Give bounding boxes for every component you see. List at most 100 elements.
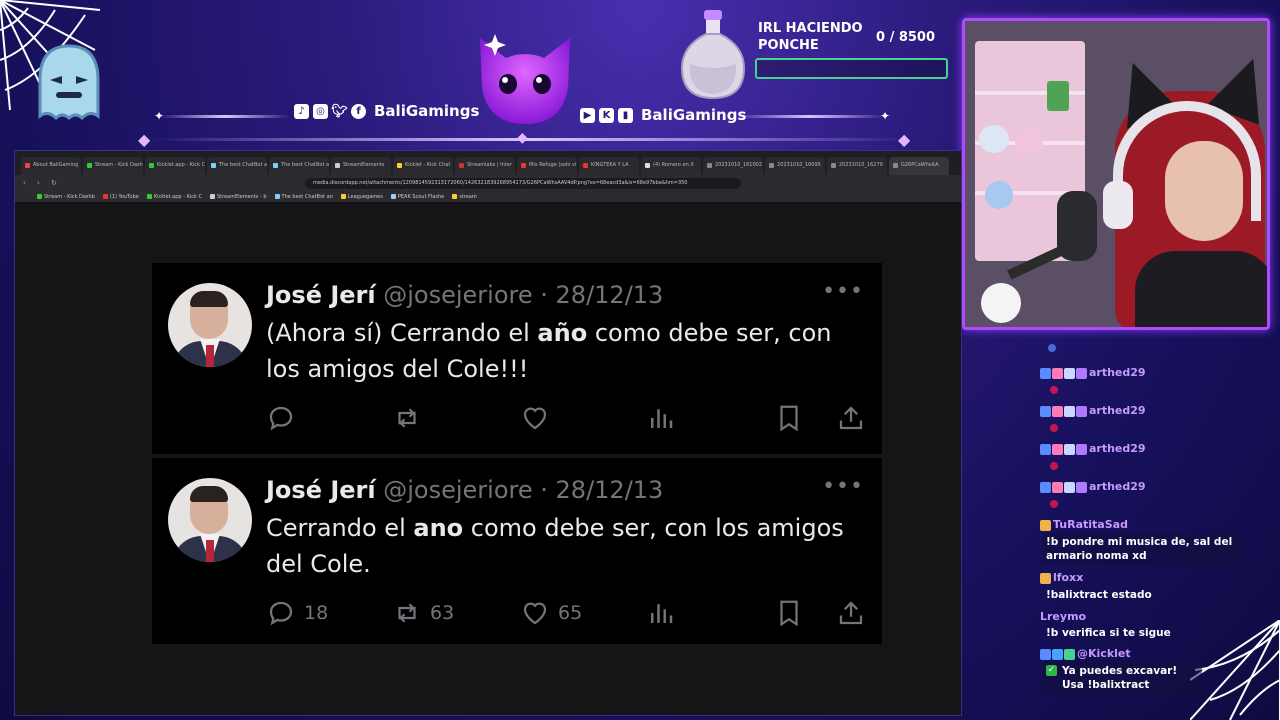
like-button[interactable] [520, 403, 558, 433]
retweet-count: 63 [430, 602, 455, 624]
bookmark-button[interactable] [774, 403, 804, 433]
chat-message: @Kicklet [1040, 647, 1131, 660]
chat-text: !b pondre mi musica de, sal del armario … [1046, 536, 1233, 562]
heart-icon [523, 602, 547, 625]
header-divider-line [150, 138, 910, 141]
browser-tab[interactable]: KINGTEKA Y LA [579, 157, 639, 175]
avatar[interactable] [168, 478, 252, 562]
browser-tab[interactable]: Kicklet.app - Kick C [145, 157, 205, 175]
chat-username[interactable]: arthed29 [1089, 442, 1146, 455]
sparkle-icon: ◆ [138, 130, 151, 149]
header-divider-line [735, 115, 885, 118]
tweet-actions: 18 63 65 [266, 598, 866, 628]
bookmark-item[interactable]: The best ChatBot an [275, 194, 333, 200]
twitch-icon[interactable]: ▮ [618, 107, 633, 123]
youtube-icon[interactable]: ▶ [580, 107, 595, 123]
bookmark-item[interactable]: PEAK Scout Flashe [391, 194, 444, 200]
share-icon [839, 601, 863, 625]
bookmark-item[interactable]: (1) YouTube [103, 194, 139, 200]
browser-tab[interactable]: (4) Romero en X [641, 157, 701, 175]
bookmark-item[interactable]: Leaguegames [341, 194, 383, 200]
twitter-icon[interactable]: 🐦︎ [331, 104, 348, 119]
share-button[interactable] [836, 598, 866, 628]
browser-tab[interactable]: Mix Refuge (solo vi [517, 157, 577, 175]
tweet-text: (Ahora sí) Cerrando el año como debe ser… [266, 319, 832, 383]
browser-tab[interactable]: 20231010_16095 [765, 157, 825, 175]
ghost-mascot-icon [38, 44, 100, 121]
tweet-card[interactable]: José Jerí @josejeriore · 28/12/13 ••• Ce… [152, 458, 882, 644]
browser-tab[interactable]: StreamElements [331, 157, 391, 175]
reply-count: 18 [304, 602, 329, 624]
browser-tab[interactable]: Streamlabs | Inter [455, 157, 515, 175]
tiktok-icon[interactable]: ♪ [294, 103, 309, 119]
retweet-button[interactable]: 63 [392, 598, 454, 628]
more-options-icon[interactable]: ••• [822, 279, 864, 304]
reply-button[interactable] [266, 403, 304, 433]
more-options-icon[interactable]: ••• [822, 474, 864, 499]
browser-tab[interactable]: The best ChatBot a [269, 157, 329, 175]
browser-tab[interactable]: About BaliGaming [21, 157, 81, 175]
tweet-author-name[interactable]: José Jerí [266, 476, 376, 504]
retweet-button[interactable] [392, 403, 430, 433]
bookmark-item[interactable]: StreamElements - b [210, 194, 267, 200]
chat-message: TuRatitaSad [1040, 518, 1128, 531]
chat-username[interactable]: arthed29 [1089, 404, 1146, 417]
chat-message: arthed29 [1040, 404, 1146, 417]
chat-username[interactable]: @Kicklet [1077, 647, 1131, 660]
retweet-icon [398, 603, 416, 623]
tweet-date: · 28/12/13 [540, 281, 664, 309]
instagram-icon[interactable]: ◎ [313, 103, 328, 119]
browser-tab[interactable]: 20231010_161002 [703, 157, 763, 175]
bookmark-icon [780, 405, 798, 432]
analytics-icon [651, 604, 673, 623]
tweet-handle[interactable]: @josejeriore [383, 281, 532, 309]
kick-icon[interactable]: K [599, 107, 614, 123]
bookmark-item[interactable]: Kicklet.app - Kick C [147, 194, 202, 200]
like-button[interactable]: 65 [520, 598, 582, 628]
chat-username[interactable]: arthed29 [1089, 366, 1146, 379]
reply-button[interactable]: 18 [266, 598, 328, 628]
share-icon [839, 406, 863, 430]
browser-address-bar: ‹ › ↻ media.discordapp.net/attachments/1… [15, 175, 961, 191]
tweet-card[interactable]: José Jerí @josejeriore · 28/12/13 ••• (A… [152, 263, 882, 454]
share-button[interactable] [836, 403, 866, 433]
forward-icon[interactable]: › [37, 179, 45, 187]
facebook-icon[interactable]: f [351, 103, 366, 119]
bookmark-button[interactable] [774, 598, 804, 628]
views-button[interactable] [646, 598, 676, 628]
back-icon[interactable]: ‹ [23, 179, 31, 187]
microphone-icon [1057, 191, 1097, 261]
browser-tab[interactable]: Stream - Kick Dash [83, 157, 143, 175]
tweet-handle[interactable]: @josejeriore [383, 476, 532, 504]
browser-tab[interactable]: G26PCaWhsAA [889, 157, 949, 175]
avatar[interactable] [168, 283, 252, 367]
heart-icon [523, 407, 547, 430]
analytics-icon [651, 409, 673, 428]
checkmark-icon: ✓ [1046, 665, 1057, 676]
sparkle-icon: ✦ [154, 109, 165, 123]
sparkle-icon: ◆ [517, 130, 528, 146]
browser-tab[interactable]: 20231010_16270 [827, 157, 887, 175]
chat-text: !b verifica si te sigue [1046, 627, 1171, 639]
reply-icon [269, 601, 293, 626]
goal-progress-bar [755, 58, 948, 79]
chat-username[interactable]: TuRatitaSad [1053, 518, 1128, 531]
browser-tab[interactable]: Kicklet - Kick Chat [393, 157, 453, 175]
tweet-author-name[interactable]: José Jerí [266, 281, 376, 309]
like-count: 65 [558, 602, 583, 624]
browser-tab-bar: About BaliGaming Stream - Kick Dash Kickle… [15, 151, 961, 175]
social-links-right: ▶ K ▮ BaliGamings [580, 106, 746, 124]
chat-username[interactable]: Lreymo [1040, 610, 1086, 623]
reply-icon [269, 406, 293, 431]
bookmark-item[interactable]: stream [452, 194, 477, 200]
chat-username[interactable]: lfoxx [1053, 571, 1083, 584]
views-button[interactable] [646, 403, 676, 433]
goal-counter: 0 / 8500 [876, 30, 936, 45]
chat-username[interactable]: arthed29 [1089, 480, 1146, 493]
social-links-left: ♪ ◎ 🐦︎ f BaliGamings [294, 102, 479, 120]
url-field[interactable]: media.discordapp.net/attachments/1209814… [305, 177, 741, 189]
bookmark-item[interactable]: Stream - Kick Dashb [37, 194, 95, 200]
chat-overlay: arthed29 arthed29 arthed29 arthed29 TuRa… [1040, 330, 1250, 710]
browser-tab[interactable]: The best ChatBot a [207, 157, 267, 175]
reload-icon[interactable]: ↻ [51, 179, 59, 187]
